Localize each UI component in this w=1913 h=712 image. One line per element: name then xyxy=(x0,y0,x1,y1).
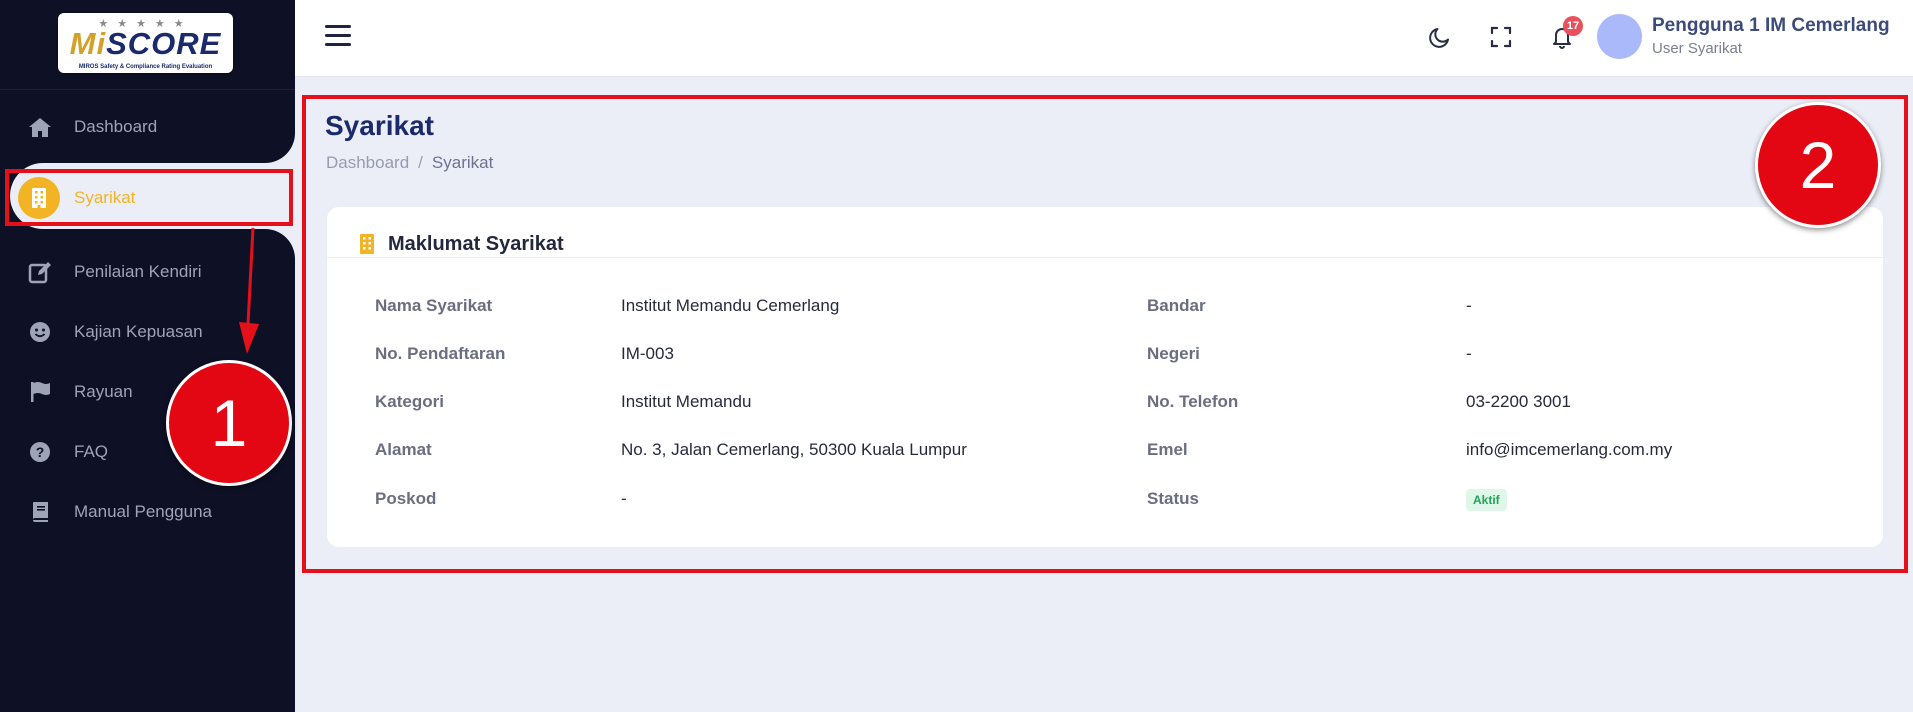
sidebar-item-dashboard[interactable]: Dashboard xyxy=(0,99,295,155)
edit-icon xyxy=(27,259,53,285)
sidebar-item-label: FAQ xyxy=(74,442,109,461)
question-icon: ? xyxy=(27,439,53,465)
avatar[interactable] xyxy=(1597,14,1642,59)
callout-number-1: 1 xyxy=(166,360,292,486)
smile-icon xyxy=(27,319,53,345)
menu-toggle-icon[interactable] xyxy=(325,25,353,49)
sidebar-item-label: Kajian Kepuasan xyxy=(74,322,203,341)
highlight-box-main-content xyxy=(302,95,1908,573)
sidebar-item-label: Penilaian Kendiri xyxy=(74,262,202,281)
sidebar-item-label: Manual Pengguna xyxy=(74,502,213,521)
sidebar-divider xyxy=(0,89,295,90)
sidebar: ★★★★★ MiSCORE MIROS Safety & Compliance … xyxy=(0,0,295,712)
arrow-icon xyxy=(239,227,259,354)
sidebar-item-manual-pengguna[interactable]: Manual Pengguna xyxy=(0,484,295,540)
logo-subtitle: MIROS Safety & Compliance Rating Evaluat… xyxy=(78,64,213,70)
user-role: User Syarikat xyxy=(1652,40,1743,57)
notification-bell-icon[interactable]: 17 xyxy=(1547,16,1583,52)
sidebar-item-label: Dashboard xyxy=(74,117,158,136)
top-header: 17 Pengguna 1 IM Cemerlang User Syarikat xyxy=(295,0,1913,77)
home-icon xyxy=(27,114,53,140)
svg-text:?: ? xyxy=(36,444,45,460)
highlight-box-sidebar-syarikat xyxy=(5,169,293,226)
flag-icon xyxy=(27,379,53,405)
sidebar-item-label: Rayuan xyxy=(74,382,133,401)
book-icon xyxy=(27,499,53,525)
callout-number-2: 2 xyxy=(1755,102,1881,228)
user-name[interactable]: Pengguna 1 IM Cemerlang xyxy=(1652,15,1890,37)
notification-count-badge: 17 xyxy=(1563,16,1583,36)
app-logo[interactable]: ★★★★★ MiSCORE MIROS Safety & Compliance … xyxy=(58,13,233,73)
logo-text: MiSCORE xyxy=(69,26,222,61)
fullscreen-icon[interactable] xyxy=(1486,22,1516,52)
dark-mode-icon[interactable] xyxy=(1425,22,1455,52)
